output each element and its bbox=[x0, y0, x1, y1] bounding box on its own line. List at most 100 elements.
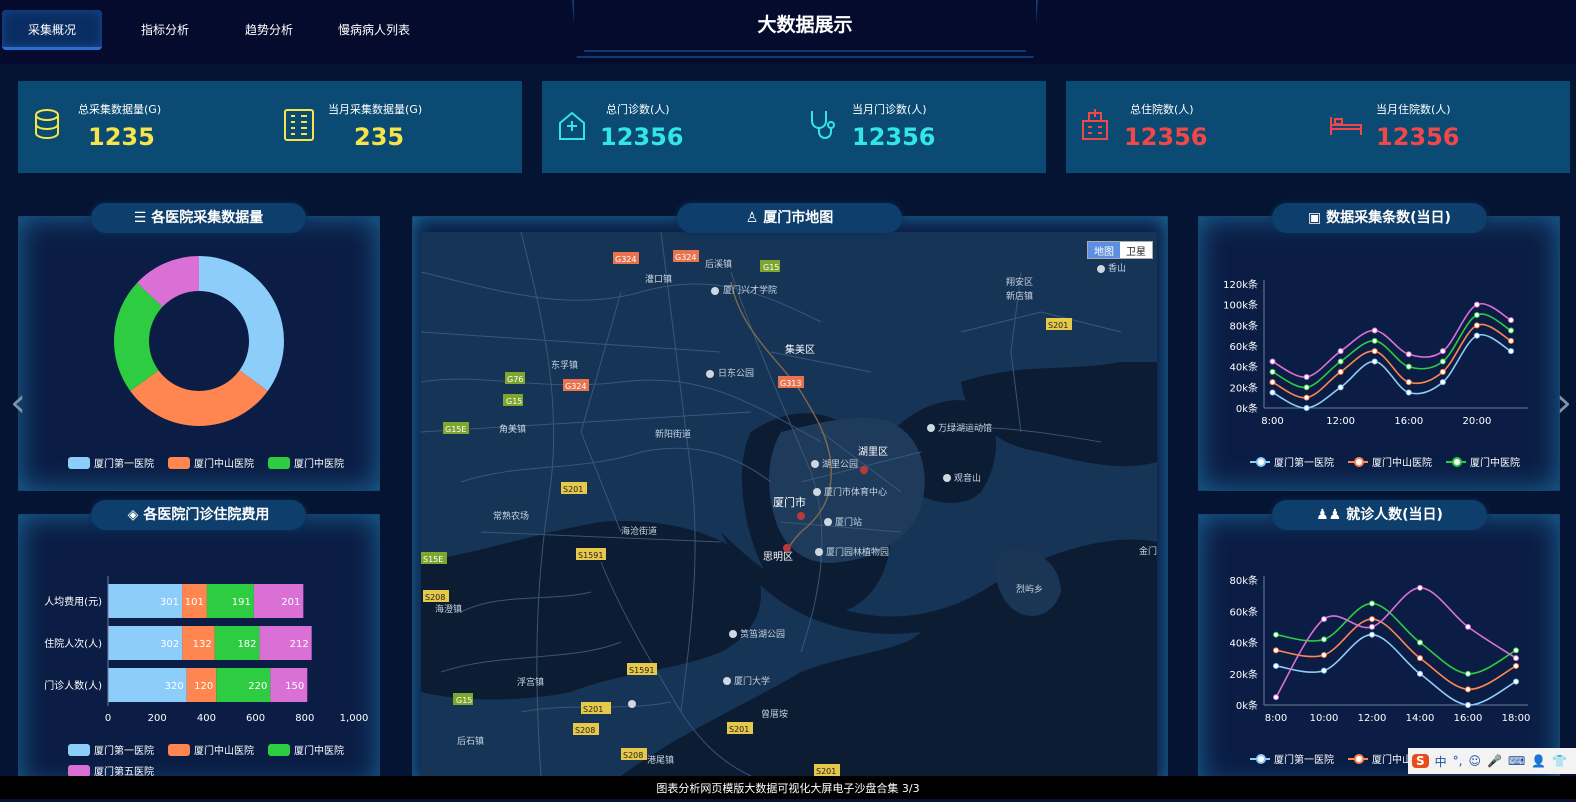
series-line bbox=[1275, 633, 1517, 706]
bar-legend: 厦门第一医院 厦门中山医院 厦门中医院 厦门第五医院 bbox=[68, 742, 368, 778]
ime-keyboard-icon[interactable]: ⌨ bbox=[1508, 754, 1525, 768]
tab-collection-overview[interactable]: 采集概况 bbox=[2, 10, 102, 50]
svg-text:G324: G324 bbox=[675, 253, 696, 262]
svg-text:东孚镇: 东孚镇 bbox=[551, 359, 578, 371]
series-point bbox=[1507, 327, 1514, 334]
stat-label: 当月门诊数(人) bbox=[852, 103, 927, 116]
series-point bbox=[1321, 667, 1327, 674]
legend-item[interactable]: 厦门中医院 bbox=[1446, 454, 1520, 469]
x-tick-label: 16:00 bbox=[1394, 416, 1423, 427]
legend-item[interactable]: 厦门第一医院 bbox=[1250, 454, 1334, 469]
series-point bbox=[1473, 301, 1480, 308]
bar-x-tick: 1,000 bbox=[340, 713, 369, 724]
legend-item[interactable]: 厦门中医院 bbox=[268, 455, 344, 470]
legend-item[interactable]: 厦门第一医院 bbox=[68, 742, 154, 757]
line-chart-collection: 0k条 20k条 40k条 60k条 80k条 100k条 120k条 8:00 12:00 16… bbox=[1223, 278, 1528, 427]
map-type-toggle[interactable]: 地图 卫星 bbox=[1087, 241, 1153, 259]
y-tick-label: 60k条 bbox=[1229, 605, 1258, 618]
series-point bbox=[1405, 363, 1412, 370]
y-tick-label: 0k条 bbox=[1236, 699, 1258, 712]
panel-title: ♟♟ 就诊人数(当日) bbox=[1272, 500, 1487, 530]
xiamen-map[interactable]: G324 G324 G15 G313 G324 G76 G15 G15E S20… bbox=[421, 232, 1157, 776]
svg-text:海澄镇: 海澄镇 bbox=[435, 603, 462, 615]
series-point bbox=[1439, 358, 1446, 365]
ime-emoji-icon[interactable]: ☺ bbox=[1469, 754, 1482, 768]
ime-voice-icon[interactable]: 🎤 bbox=[1487, 754, 1502, 768]
ime-skin-icon[interactable]: 👕 bbox=[1552, 754, 1567, 768]
series-point bbox=[1269, 379, 1276, 386]
bar-category-label: 住院人次(人) bbox=[44, 637, 102, 650]
bed-icon bbox=[1330, 117, 1362, 135]
prev-arrow-icon[interactable]: ‹ bbox=[10, 380, 26, 426]
bar-value-label: 302 bbox=[160, 639, 179, 650]
stat-value: 12356 bbox=[600, 123, 684, 151]
series-point bbox=[1405, 389, 1412, 396]
tab-trend-analysis[interactable]: 趋势分析 bbox=[219, 10, 319, 50]
tab-indicator-analysis[interactable]: 指标分析 bbox=[115, 10, 215, 50]
panel-title: ☰ 各医院采集数据量 bbox=[91, 203, 306, 233]
ime-user-icon[interactable]: 👤 bbox=[1531, 754, 1546, 768]
stethoscope-icon bbox=[811, 111, 835, 139]
bar-x-tick: 400 bbox=[197, 713, 216, 724]
series-point bbox=[1513, 647, 1519, 654]
series-point bbox=[1303, 405, 1310, 411]
series-point bbox=[1473, 312, 1480, 318]
line2-legend: 厦门第一医院 厦门中山医院 bbox=[1250, 751, 1432, 766]
x-tick-label: 18:00 bbox=[1502, 713, 1531, 724]
svg-text:G15: G15 bbox=[763, 263, 779, 272]
bar-x-tick: 200 bbox=[148, 713, 167, 724]
svg-text:后溪镇: 后溪镇 bbox=[705, 258, 732, 270]
legend-item[interactable]: 厦门第一医院 bbox=[1250, 751, 1334, 766]
legend-item[interactable]: 厦门第一医院 bbox=[68, 455, 154, 470]
series-point bbox=[1417, 655, 1423, 662]
hospital-icon bbox=[559, 111, 585, 140]
legend-item[interactable]: 厦门中山医院 bbox=[168, 455, 254, 470]
bar-value-label: 220 bbox=[248, 681, 267, 692]
series-point bbox=[1269, 389, 1276, 396]
series-point bbox=[1337, 358, 1344, 365]
series-point bbox=[1473, 322, 1480, 329]
ime-toolbar[interactable]: S 中 °, ☺ 🎤 ⌨ 👤 👕 bbox=[1408, 748, 1576, 774]
page-title: 大数据展示 bbox=[757, 14, 853, 36]
legend-item[interactable]: 厦门中医院 bbox=[268, 742, 344, 757]
series-line bbox=[1275, 587, 1517, 698]
series-point bbox=[1465, 686, 1471, 693]
ime-punct-icon[interactable]: °, bbox=[1453, 754, 1463, 768]
legend-item[interactable]: 厦门中山医院 bbox=[1348, 454, 1432, 469]
x-tick-label: 8:00 bbox=[1265, 713, 1287, 724]
svg-text:S208: S208 bbox=[623, 751, 643, 760]
tab-chronic-patient-list[interactable]: 慢病病人列表 bbox=[324, 10, 424, 50]
stat-value: 12356 bbox=[1124, 123, 1208, 151]
svg-text:新店镇: 新店镇 bbox=[1006, 290, 1033, 302]
stat-card-inpatient: 总住院数(人) 12356 当月住院数(人) 12356 bbox=[1066, 81, 1570, 173]
svg-text:S1591: S1591 bbox=[629, 666, 654, 675]
series-point bbox=[1273, 647, 1279, 654]
ime-lang[interactable]: 中 bbox=[1435, 753, 1447, 770]
svg-text:海沧街道: 海沧街道 bbox=[621, 525, 657, 537]
svg-text:G15: G15 bbox=[456, 696, 472, 705]
y-tick-label: 0k条 bbox=[1236, 402, 1258, 415]
series-point bbox=[1369, 631, 1375, 638]
svg-text:G15E: G15E bbox=[445, 425, 466, 434]
x-tick-label: 8:00 bbox=[1261, 416, 1283, 427]
x-tick-label: 14:00 bbox=[1406, 713, 1435, 724]
svg-text:后石镇: 后石镇 bbox=[457, 735, 484, 747]
svg-text:S208: S208 bbox=[575, 726, 595, 735]
series-point bbox=[1405, 351, 1412, 358]
svg-text:厦门市体育中心: 厦门市体育中心 bbox=[824, 486, 887, 498]
svg-text:湖里区: 湖里区 bbox=[858, 446, 888, 458]
sogou-icon[interactable]: S bbox=[1412, 754, 1429, 768]
svg-text:港尾镇: 港尾镇 bbox=[647, 754, 674, 766]
map-type-satellite[interactable]: 卫星 bbox=[1120, 242, 1152, 258]
bar-value-label: 150 bbox=[285, 681, 304, 692]
series-point bbox=[1337, 348, 1344, 355]
svg-text:日东公园: 日东公园 bbox=[718, 367, 754, 379]
next-arrow-icon[interactable]: › bbox=[1556, 380, 1572, 426]
series-point bbox=[1269, 368, 1276, 375]
series-point bbox=[1273, 631, 1279, 638]
map-type-map[interactable]: 地图 bbox=[1088, 242, 1120, 258]
legend-item[interactable]: 厦门中山医院 bbox=[168, 742, 254, 757]
series-point bbox=[1369, 623, 1375, 630]
series-point bbox=[1513, 678, 1519, 685]
svg-text:G313: G313 bbox=[780, 379, 801, 388]
